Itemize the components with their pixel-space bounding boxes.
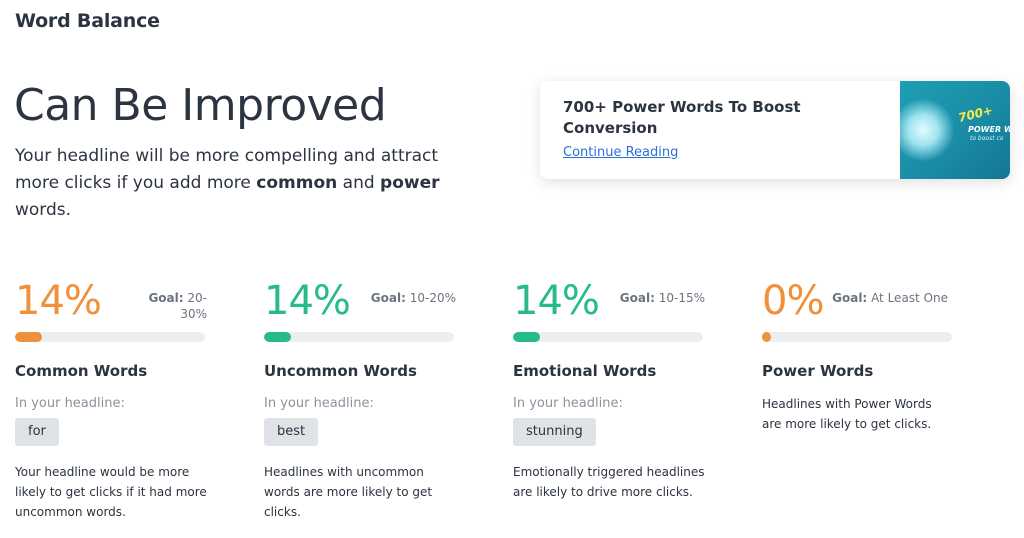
metric-percent: 14% — [513, 278, 600, 324]
metric-goal: Goal: 10-20% — [371, 290, 456, 306]
goal-value: 10-20% — [409, 291, 456, 305]
goal-value: 20- — [187, 291, 207, 305]
metric-description: Your headline would be more likely to ge… — [15, 465, 207, 519]
goal-label: Goal: — [619, 291, 655, 305]
metric-name: Common Words — [15, 362, 148, 380]
progress-fill — [513, 332, 540, 342]
metric-description: Emotionally triggered headlines are like… — [513, 465, 705, 499]
summary-emphasis-power: power — [380, 173, 440, 193]
thumbnail-number: 700+ — [956, 102, 995, 126]
metric-goal: Goal: 10-15% — [620, 290, 705, 306]
article-text: 700+ Power Words To Boost Conversion Con… — [563, 97, 893, 160]
word-chip: best — [264, 418, 319, 446]
metric-name: Uncommon Words — [264, 362, 417, 380]
metric-sublabel: In your headline: — [513, 396, 623, 411]
progress-bar — [513, 332, 703, 342]
metric-goal: Goal: At Least One — [832, 290, 948, 306]
article-thumbnail[interactable]: 700+ POWER W to boost co — [900, 81, 1010, 179]
metric-sublabel: In your headline: — [264, 396, 374, 411]
progress-fill — [15, 332, 42, 342]
thumbnail-sublabel: to boost co — [970, 135, 1004, 142]
summary-emphasis-common: common — [256, 173, 338, 193]
metric-description: Headlines with uncommon words are more l… — [264, 465, 433, 519]
article-card[interactable]: 700+ Power Words To Boost Conversion Con… — [540, 81, 1010, 179]
goal-value: At Least One — [871, 291, 948, 305]
metric-sublabel: In your headline: — [15, 396, 125, 411]
goal-label: Goal: — [370, 291, 406, 305]
metric-description: Headlines with Power Words are more like… — [762, 397, 932, 431]
summary-text: and — [337, 173, 381, 193]
goal-label: Goal: — [832, 291, 868, 305]
metric-name: Power Words — [762, 362, 874, 380]
progress-bar — [762, 332, 952, 342]
metric-percent: 14% — [264, 278, 351, 324]
progress-fill — [264, 332, 291, 342]
summary-text: words. — [15, 200, 72, 220]
progress-bar — [15, 332, 205, 342]
word-chip: stunning — [513, 418, 596, 446]
metric-name: Emotional Words — [513, 362, 657, 380]
verdict-heading: Can Be Improved — [14, 80, 387, 131]
word-chip: for — [15, 418, 59, 446]
verdict-summary: Your headline will be more compelling an… — [15, 143, 475, 224]
continue-reading-link[interactable]: Continue Reading — [563, 145, 678, 160]
goal-value: 10-15% — [658, 291, 705, 305]
metric-percent: 0% — [762, 278, 824, 324]
goal-value-cont: 30% — [180, 307, 207, 321]
metric-percent: 14% — [15, 278, 102, 324]
thumbnail-label: POWER W — [968, 125, 1010, 134]
article-title: 700+ Power Words To Boost Conversion — [563, 98, 801, 137]
section-title: Word Balance — [15, 10, 160, 32]
progress-bar — [264, 332, 454, 342]
metric-goal: Goal: 20- 30% — [148, 290, 207, 322]
progress-empty-dot — [762, 332, 771, 342]
thumbnail-lightbulb-graphic — [900, 99, 954, 161]
goal-label: Goal: — [148, 291, 184, 305]
